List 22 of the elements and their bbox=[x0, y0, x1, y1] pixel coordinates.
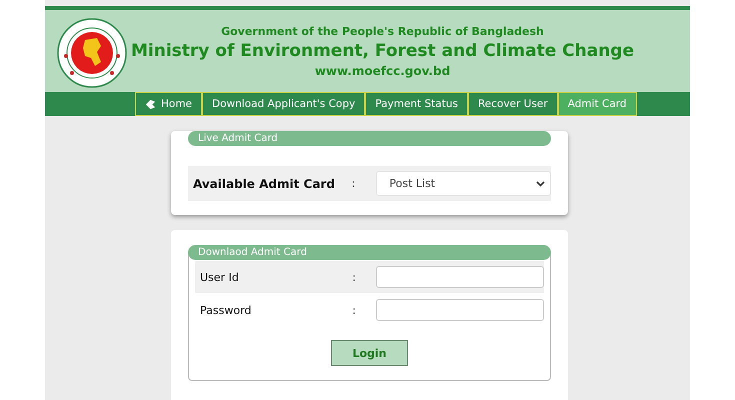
input-field[interactable] bbox=[376, 299, 544, 321]
post-select[interactable]: Post List bbox=[376, 171, 551, 196]
input-field[interactable] bbox=[376, 266, 544, 288]
login-button[interactable]: Login bbox=[331, 340, 408, 366]
ministry-title: Ministry of Environment, Forest and Climate Change bbox=[130, 40, 634, 60]
website-address: www.moefcc.gov.bd bbox=[314, 64, 450, 78]
field-label: User Id bbox=[199, 270, 240, 284]
chevron-down-icon bbox=[536, 180, 545, 186]
field-label: Available Admit Card bbox=[192, 176, 336, 190]
separator: : bbox=[352, 177, 356, 190]
field-label: Password bbox=[199, 304, 252, 316]
separator: : bbox=[352, 270, 357, 284]
separator: : bbox=[352, 304, 357, 316]
government-title: Government of the People's Republic of Bangladesh bbox=[221, 24, 544, 38]
panel-legend: Downlaod Admit Card bbox=[188, 245, 551, 260]
nav-link[interactable]: Recover User bbox=[468, 92, 558, 116]
panel-legend: Live Admit Card bbox=[188, 131, 551, 146]
nav-link[interactable]: Home bbox=[135, 92, 202, 116]
nav-link[interactable]: Payment Status bbox=[365, 92, 468, 116]
nav-link[interactable]: Admit Card bbox=[558, 92, 637, 116]
nav-link[interactable]: Download Applicant's Copy bbox=[202, 92, 366, 116]
seal-drawing bbox=[57, 18, 127, 88]
